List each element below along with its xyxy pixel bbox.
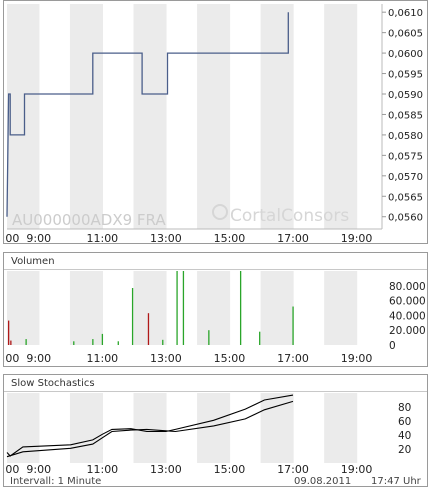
- x-tick-label: 8:00: [4, 352, 19, 365]
- stochastics-y-tick-label: 20: [398, 444, 411, 456]
- volume-bar: [25, 339, 27, 345]
- volume-bar: [292, 306, 294, 345]
- price-y-tick-label: 0,0610: [388, 8, 423, 19]
- time-stripe: [7, 4, 40, 229]
- volume-chart-panel: Volumen 020.00040.00060.00080.000 8:009:…: [3, 252, 428, 367]
- x-tick-label: 19:00: [341, 232, 373, 243]
- time-stripe: [197, 4, 231, 229]
- x-tick-label: 11:00: [86, 463, 118, 476]
- time-stripe: [324, 4, 358, 229]
- time-stripe: [133, 271, 167, 345]
- volume-bar: [162, 339, 164, 345]
- volume-bar: [147, 313, 150, 345]
- x-tick-label: 19:00: [341, 352, 373, 365]
- x-tick-label: 9:00: [26, 463, 51, 476]
- volume-bar: [182, 271, 185, 345]
- x-tick-label: 15:00: [214, 463, 246, 476]
- x-tick-label: 13:00: [150, 463, 182, 476]
- stochastics-y-tick-label: 40: [398, 430, 411, 442]
- time-stripe: [324, 271, 358, 345]
- x-tick-label: 17:00: [277, 232, 309, 243]
- x-tick-label: 17:00: [277, 463, 309, 476]
- price-y-tick-label: 0,0580: [388, 131, 423, 142]
- time-stripe: [260, 393, 294, 463]
- x-tick-label: 8:00: [4, 232, 19, 243]
- volume-y-tick-label: 80.000: [389, 281, 426, 293]
- stochastics-y-tick-label: 60: [398, 416, 411, 428]
- volume-bar: [117, 341, 119, 345]
- volume-y-tick-label: 60.000: [389, 296, 426, 308]
- volume-bar: [208, 330, 210, 345]
- volume-bar: [73, 341, 75, 345]
- price-y-tick-label: 0,0585: [388, 110, 423, 121]
- date-label: 09.08.2011: [294, 476, 352, 487]
- stochastics-chart: 20 40 60 80 8:00 9:00 11:00 13:00 15:00 17:00 19:…: [4, 393, 411, 476]
- time-stripe: [7, 393, 40, 463]
- volume-bar: [239, 271, 242, 345]
- price-chart-panel: AU000000ADX9 FRA CortalConsors 0,0560 0,0…: [3, 0, 428, 244]
- x-tick-label: 13:00: [150, 352, 182, 365]
- x-tick-label: 15:00: [214, 232, 246, 243]
- time-stripe: [7, 271, 40, 345]
- price-y-tick-label: 0,0605: [388, 29, 423, 40]
- x-tick-label: 13:00: [150, 232, 182, 243]
- volume-bar: [101, 333, 104, 345]
- x-tick-label: 17:00: [277, 352, 309, 365]
- volume-chart: 0 20.000 40.000 60.000 80.000 8:00 9:00 11:00 1…: [4, 271, 426, 365]
- time-stripe: [69, 393, 103, 463]
- brand-logo: CortalConsors: [212, 204, 349, 226]
- time-stripe: [260, 271, 294, 345]
- x-tick-label: 19:00: [341, 463, 373, 476]
- volume-bar: [176, 271, 178, 345]
- volume-bar: [10, 340, 12, 345]
- time-label: 17:47 Uhr: [371, 476, 421, 487]
- volume-bar: [92, 339, 94, 345]
- price-y-tick-label: 0,0570: [388, 172, 423, 183]
- time-stripe: [324, 393, 358, 463]
- volume-bar: [7, 320, 10, 345]
- brand-watermark: CortalConsors: [230, 206, 349, 226]
- stochastics-chart-panel: Slow Stochastics 20406080 8:009:0011:001…: [3, 374, 428, 487]
- time-stripe: [69, 271, 103, 345]
- x-tick-label: 8:00: [4, 463, 19, 476]
- x-tick-label: 9:00: [26, 352, 51, 365]
- time-stripe: [69, 4, 103, 229]
- price-chart: AU000000ADX9 FRA CortalConsors 0,0560 0,0…: [4, 4, 423, 243]
- price-y-tick-label: 0,0595: [388, 70, 423, 81]
- volume-bar: [259, 331, 261, 345]
- price-y-tick-label: 0,0590: [388, 90, 423, 101]
- price-y-tick-label: 0,0565: [388, 192, 423, 203]
- price-y-tick-label: 0,0560: [388, 213, 423, 224]
- time-stripe: [133, 393, 167, 463]
- volume-y-tick-label: 40.000: [389, 310, 426, 322]
- interval-label: Intervall: 1 Minute: [10, 476, 102, 487]
- x-tick-label: 15:00: [214, 352, 246, 365]
- volume-bar: [131, 288, 134, 345]
- x-tick-label: 9:00: [26, 232, 51, 243]
- volume-y-tick-label: 0: [389, 340, 396, 352]
- price-y-tick-label: 0,0575: [388, 151, 423, 162]
- time-stripe: [133, 4, 167, 229]
- price-y-tick-label: 0,0600: [388, 49, 423, 60]
- x-tick-label: 11:00: [86, 232, 118, 243]
- volume-y-tick-label: 20.000: [389, 325, 426, 337]
- symbol-watermark: AU000000ADX9 FRA: [12, 211, 166, 229]
- x-tick-label: 11:00: [86, 352, 118, 365]
- stochastics-y-tick-label: 80: [398, 402, 411, 414]
- time-stripe: [197, 271, 231, 345]
